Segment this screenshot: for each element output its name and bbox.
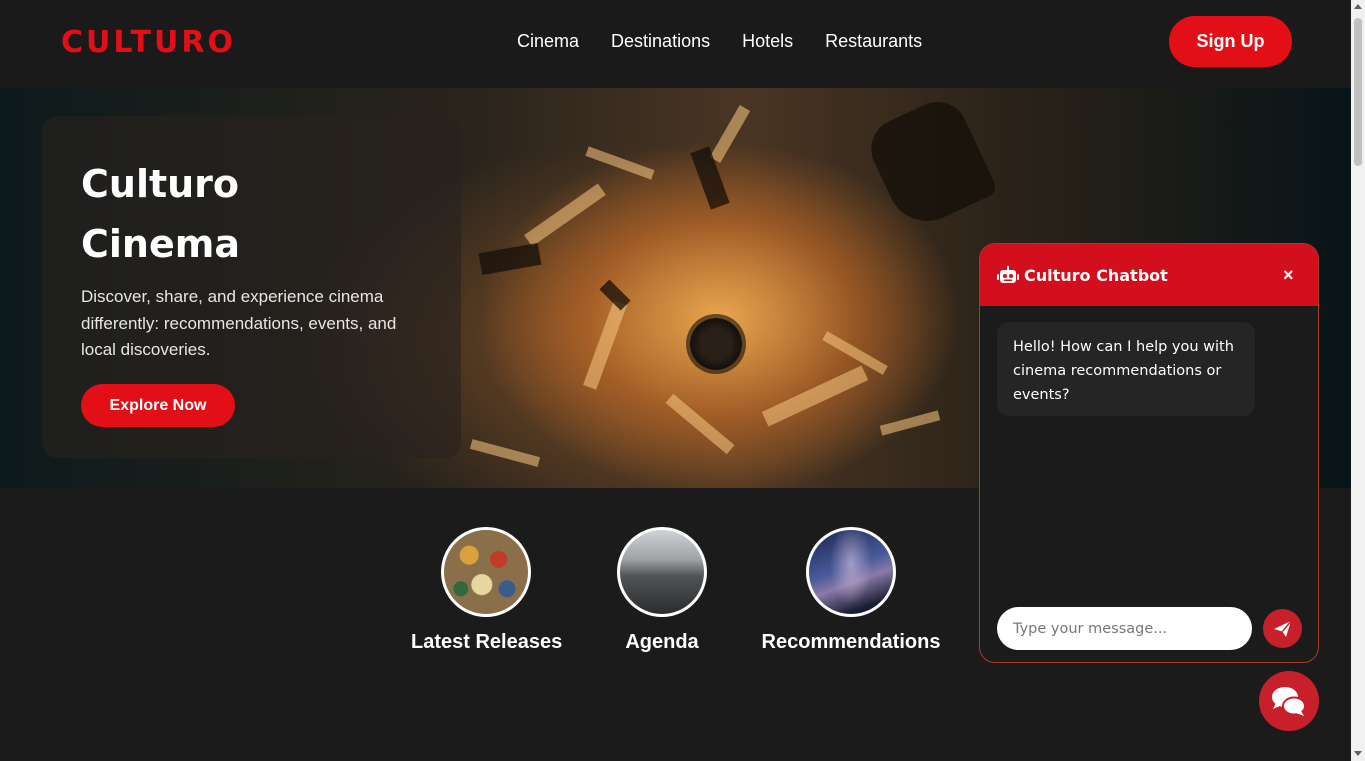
send-button[interactable]: [1263, 609, 1302, 648]
nav-item-restaurants[interactable]: Restaurants: [825, 31, 922, 52]
hero-description: Discover, share, and experience cinema d…: [81, 287, 397, 359]
main-nav: Cinema Destinations Hotels Restaurants: [517, 31, 922, 52]
nav-item-cinema[interactable]: Cinema: [517, 31, 579, 52]
chatbot-title: Culturo Chatbot: [1024, 266, 1168, 285]
nav-item-hotels[interactable]: Hotels: [742, 31, 793, 52]
page: CULTURO Cinema Destinations Hotels Resta…: [0, 0, 1365, 761]
feature-label: Recommendations: [761, 631, 941, 653]
chatbot-window: Culturo Chatbot × Hello! How can I help …: [979, 243, 1319, 663]
feature-latest-releases[interactable]: Latest Releases: [411, 527, 563, 654]
sign-up-button[interactable]: Sign Up: [1169, 16, 1292, 67]
logo[interactable]: CULTURO: [61, 25, 236, 60]
hero-title-line-2: Cinema: [81, 222, 240, 266]
scrollbar-thumb[interactable]: [1354, 18, 1362, 166]
bot-message: Hello! How can I help you with cinema re…: [997, 322, 1255, 416]
mace-graphic: [690, 318, 742, 370]
chat-message-input[interactable]: [997, 607, 1252, 650]
office-image: [617, 527, 707, 617]
feature-label: Agenda: [625, 631, 699, 653]
chat-toggle-button[interactable]: [1259, 671, 1319, 731]
hero-card: Culturo Cinema Discover, share, and expe…: [42, 116, 461, 458]
explore-now-button[interactable]: Explore Now: [81, 384, 235, 427]
feature-agenda[interactable]: Agenda: [612, 527, 712, 654]
robot-icon: [997, 266, 1019, 283]
close-icon[interactable]: ×: [1283, 265, 1294, 286]
milky-way-image: [806, 527, 896, 617]
chatbot-header: Culturo Chatbot ×: [980, 244, 1318, 306]
chat-bubbles-icon: [1272, 687, 1306, 716]
feature-recommendations[interactable]: Recommendations: [761, 527, 941, 654]
feature-label: Latest Releases: [411, 631, 563, 653]
hero-title-line-1: Culturo: [81, 162, 240, 206]
scroll-down-arrow-icon[interactable]: [1354, 751, 1362, 756]
scroll-up-arrow-icon[interactable]: [1354, 4, 1362, 9]
nav-item-destinations[interactable]: Destinations: [611, 31, 710, 52]
page-scrollbar[interactable]: [1351, 0, 1365, 761]
hero-title: Culturo Cinema: [81, 154, 240, 274]
stickers-image: [441, 527, 531, 617]
site-header: CULTURO Cinema Destinations Hotels Resta…: [0, 0, 1351, 88]
paper-plane-icon: [1274, 620, 1292, 637]
